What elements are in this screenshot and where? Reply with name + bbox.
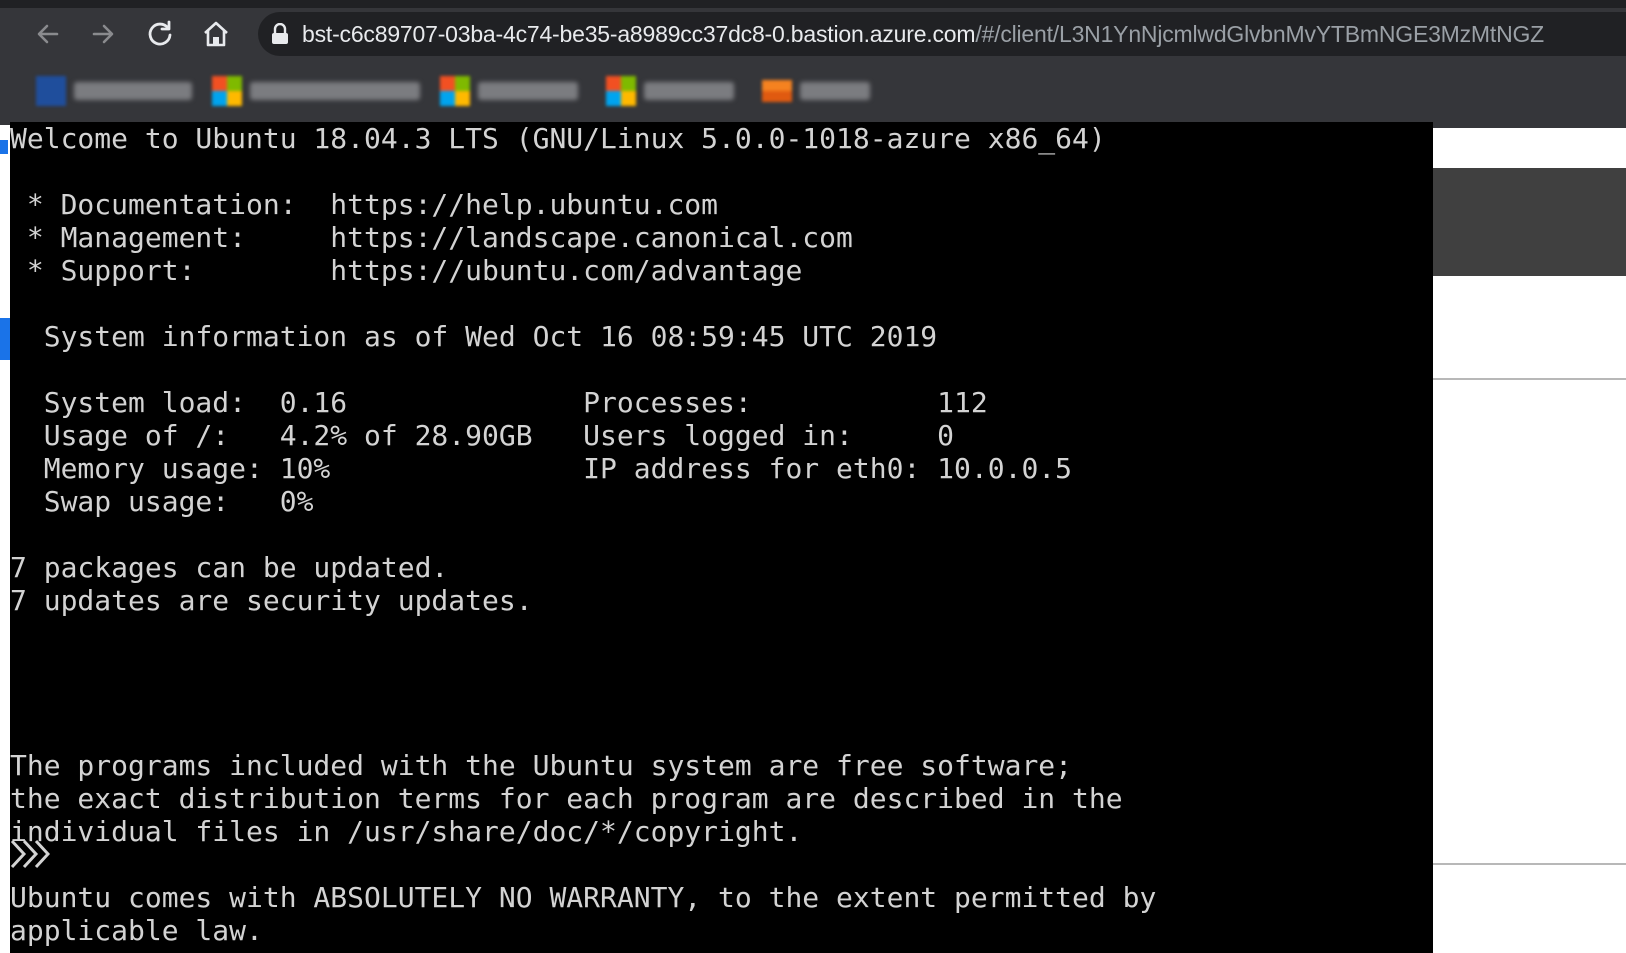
expand-chevron-icon[interactable] [10,838,50,870]
address-bar[interactable]: bst-c6c89707-03ba-4c74-be35-a8989cc37dc8… [258,12,1626,56]
terminal-line: applicable law. [10,914,263,947]
favicon-cell [36,91,51,106]
favicon-cell [36,76,51,91]
favicon-cell [227,76,242,91]
terminal-line: System load: 0.16 Processes: 112 [10,386,988,419]
bookmark-item[interactable] [212,73,420,109]
terminal-line: 7 packages can be updated. [10,551,449,584]
bookmark-favicon-icon [762,80,792,102]
favicon-cell [777,80,792,91]
microsoft-favicon-icon [212,76,242,106]
forward-button[interactable] [83,14,123,54]
favicon-cell [762,80,777,91]
background-dark-band [1433,168,1626,276]
bookmark-favicon-icon [36,76,66,106]
terminal-line: The programs included with the Ubuntu sy… [10,749,1073,782]
background-divider [1433,863,1626,865]
background-page-panel [1433,60,1626,953]
url-host: bst-c6c89707-03ba-4c74-be35-a8989cc37dc8… [302,20,976,47]
home-button[interactable] [196,14,236,54]
favicon-cell [212,91,227,106]
bookmark-label-blurred [74,82,192,100]
favicon-cell [777,91,792,102]
url-text[interactable]: bst-c6c89707-03ba-4c74-be35-a8989cc37dc8… [302,21,1544,48]
browser-chrome: bst-c6c89707-03ba-4c74-be35-a8989cc37dc8… [0,0,1626,125]
forward-arrow-icon [92,24,114,44]
lock-icon[interactable] [258,23,302,45]
left-accent-marker [0,140,8,154]
favicon-cell [455,76,470,91]
favicon-cell [440,91,455,106]
terminal-line: 7 updates are security updates. [10,584,533,617]
favicon-cell [51,76,66,91]
terminal-line: Memory usage: 10% IP address for eth0: 1… [10,452,1073,485]
background-header [1433,60,1626,128]
back-arrow-icon [37,24,59,44]
left-page-edge [0,125,10,953]
terminal-line: the exact distribution terms for each pr… [10,782,1123,815]
terminal-line: * Management: https://landscape.canonica… [10,221,853,254]
terminal-line: * Support: https://ubuntu.com/advantage [10,254,803,287]
favicon-cell [606,76,621,91]
favicon-cell [762,91,777,102]
terminal-line: Usage of /: 4.2% of 28.90GB Users logged… [10,419,955,452]
back-button[interactable] [28,14,68,54]
favicon-cell [212,76,227,91]
favicon-cell [621,76,636,91]
terminal-line: Welcome to Ubuntu 18.04.3 LTS (GNU/Linux… [10,122,1106,155]
terminal-line: Ubuntu comes with ABSOLUTELY NO WARRANTY… [10,881,1157,914]
favicon-cell [51,91,66,106]
bookmark-label-blurred [478,82,578,100]
microsoft-favicon-icon [606,76,636,106]
reload-icon [148,20,172,46]
bookmark-item[interactable] [36,73,192,109]
bookmark-label-blurred [644,82,734,100]
left-accent-marker [0,318,10,360]
microsoft-favicon-icon [440,76,470,106]
bastion-terminal[interactable]: Welcome to Ubuntu 18.04.3 LTS (GNU/Linux… [10,122,1433,953]
terminal-line: Swap usage: 0% [10,485,314,518]
favicon-cell [227,91,242,106]
bookmark-item[interactable] [606,73,734,109]
tab-strip [0,0,1626,8]
bookmark-item[interactable] [440,73,578,109]
favicon-cell [606,91,621,106]
favicon-cell [455,91,470,106]
bookmark-label-blurred [250,82,420,100]
terminal-line: * Documentation: https://help.ubuntu.com [10,188,719,221]
terminal-line: System information as of Wed Oct 16 08:5… [10,320,938,353]
favicon-cell [621,91,636,106]
url-path: /#/client/L3N1YnNjcmlwdGlvbnMvYTBmNGE3Mz… [975,20,1545,47]
terminal-output: Welcome to Ubuntu 18.04.3 LTS (GNU/Linux… [10,122,1156,947]
favicon-cell [440,76,455,91]
terminal-line: individual files in /usr/share/doc/*/cop… [10,815,803,848]
reload-button[interactable] [140,14,180,54]
bookmark-label-blurred [800,82,870,100]
bookmarks-bar [0,66,1626,116]
background-divider [1433,378,1626,380]
bookmark-item[interactable] [762,73,870,109]
home-icon [204,21,228,47]
